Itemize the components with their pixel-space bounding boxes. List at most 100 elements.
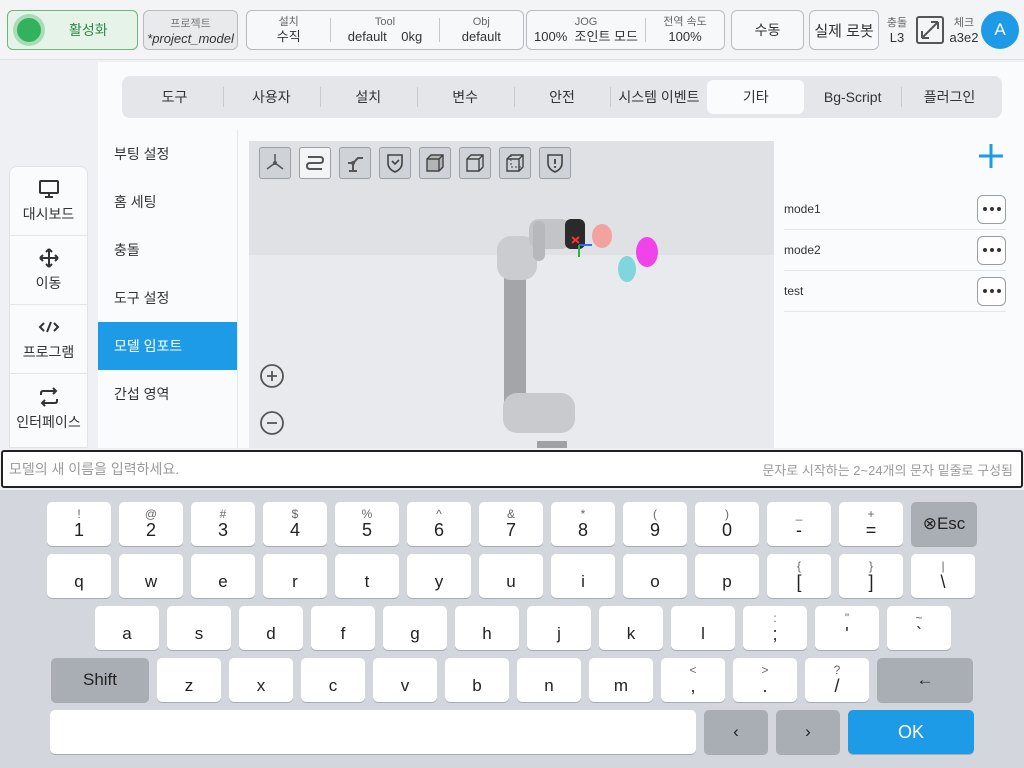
add-model-icon[interactable]	[977, 142, 1005, 170]
cursor-left-key[interactable]: ‹	[704, 710, 768, 754]
key-c[interactable]: c	[301, 658, 365, 702]
key--[interactable]: _ -	[767, 502, 831, 546]
key-s[interactable]: s	[167, 606, 231, 650]
submenu-model-import[interactable]: 모델 임포트	[98, 322, 237, 370]
real-robot-button[interactable]: 실제 로봇	[809, 10, 879, 50]
tab-user[interactable]: 사용자	[222, 76, 320, 118]
key-=[interactable]: + =	[839, 502, 903, 546]
3d-viewer[interactable]	[249, 141, 774, 448]
key-j[interactable]: j	[527, 606, 591, 650]
key-`[interactable]: ~ `	[887, 606, 951, 650]
backspace-key[interactable]: ←	[877, 658, 973, 702]
tab-plugin[interactable]: 플러그인	[901, 76, 998, 118]
key-.[interactable]: >.	[733, 658, 797, 702]
key-b[interactable]: b	[445, 658, 509, 702]
key-0[interactable]: ) 0	[695, 502, 759, 546]
key-;[interactable]: :;	[743, 606, 807, 650]
key-q[interactable]: q	[47, 554, 111, 598]
key-6[interactable]: ^ 6	[407, 502, 471, 546]
key-5[interactable]: % 5	[335, 502, 399, 546]
key-u[interactable]: u	[479, 554, 543, 598]
key-z[interactable]: z	[157, 658, 221, 702]
nav-interface[interactable]: 인터페이스	[10, 374, 87, 443]
user-avatar[interactable]: A	[981, 11, 1019, 49]
checksum-value: a3e2	[949, 30, 979, 45]
key-7[interactable]: & 7	[479, 502, 543, 546]
key-e[interactable]: e	[191, 554, 255, 598]
jog-speed-panel[interactable]: JOG 100% 조인트 모드 전역 속도 100%	[526, 10, 725, 50]
key-w[interactable]: w	[119, 554, 183, 598]
tab-safety[interactable]: 안전	[513, 76, 611, 118]
more-options-icon[interactable]	[977, 276, 1006, 306]
key-'[interactable]: " '	[815, 606, 879, 650]
key-label: ,	[690, 676, 696, 696]
shift-key[interactable]: Shift	[51, 658, 149, 702]
nav-move[interactable]: 이동	[10, 236, 87, 305]
tab-bg-script[interactable]: Bg-Script	[804, 76, 901, 118]
key-p[interactable]: p	[695, 554, 759, 598]
key-f[interactable]: f	[311, 606, 375, 650]
key-y[interactable]: y	[407, 554, 471, 598]
nav-dashboard[interactable]: 대시보드	[10, 167, 87, 236]
key-o[interactable]: o	[623, 554, 687, 598]
key-shift-symbol: ^	[436, 507, 442, 521]
key-[[interactable]: {[	[767, 554, 831, 598]
model-name-input[interactable]	[3, 461, 763, 477]
key-3[interactable]: #3	[191, 502, 255, 546]
key-1[interactable]: ! 1	[47, 502, 111, 546]
key-x[interactable]: x	[229, 658, 293, 702]
key-h[interactable]: h	[455, 606, 519, 650]
submenu-interference-zone[interactable]: 간섭 영역	[98, 370, 237, 418]
nav-program[interactable]: 프로그램	[10, 305, 87, 374]
model-row[interactable]: test	[784, 271, 1006, 312]
submenu-boot-setting[interactable]: 부팅 설정	[98, 130, 237, 178]
space-key[interactable]	[50, 710, 696, 754]
zoom-out-icon[interactable]	[257, 408, 287, 438]
submenu-tool-setting[interactable]: 도구 설정	[98, 274, 237, 322]
zoom-in-icon[interactable]	[257, 361, 287, 391]
key-/[interactable]: ? /	[805, 658, 869, 702]
key-label: '	[845, 624, 849, 644]
tab-install[interactable]: 설치	[319, 76, 417, 118]
submenu-collision[interactable]: 충돌	[98, 226, 237, 274]
key-r[interactable]: r	[263, 554, 327, 598]
activate-button[interactable]: 활성화	[7, 10, 138, 50]
key-l[interactable]: l	[671, 606, 735, 650]
key-i[interactable]: i	[551, 554, 615, 598]
collision-level[interactable]: 충돌 L3	[882, 14, 912, 45]
key-m[interactable]: m	[589, 658, 653, 702]
key-][interactable]: }]	[839, 554, 903, 598]
model-row[interactable]: mode2	[784, 230, 1006, 271]
project-title: 프로젝트	[170, 17, 211, 30]
manual-mode-button[interactable]: 수동	[731, 10, 804, 50]
cursor-right-key[interactable]: ›	[776, 710, 840, 754]
key-8[interactable]: * 8	[551, 502, 615, 546]
more-options-icon[interactable]	[977, 235, 1006, 265]
ok-button[interactable]: OK	[848, 710, 974, 754]
key-g[interactable]: g	[383, 606, 447, 650]
tab-variable[interactable]: 변수	[416, 76, 514, 118]
esc-key[interactable]: ⊗Esc	[911, 502, 977, 546]
submenu-home-setting[interactable]: 홈 세팅	[98, 178, 237, 226]
install-tool-obj-panel[interactable]: 설치 수직 Tool default 0kg Obj default	[246, 10, 524, 50]
model-row[interactable]: mode1	[784, 189, 1006, 230]
key-a[interactable]: a	[95, 606, 159, 650]
key-,[interactable]: <,	[661, 658, 725, 702]
key-9[interactable]: (9	[623, 502, 687, 546]
tab-tool[interactable]: 도구	[126, 76, 223, 118]
key-label: .	[762, 676, 768, 696]
key-\[interactable]: | \	[911, 554, 975, 598]
project-selector[interactable]: 프로젝트 *project_model	[143, 10, 238, 50]
key-v[interactable]: v	[373, 658, 437, 702]
fullscreen-icon[interactable]	[916, 16, 944, 44]
key-2[interactable]: @2	[119, 502, 183, 546]
key-d[interactable]: d	[239, 606, 303, 650]
key-label: f	[340, 624, 346, 643]
key-n[interactable]: n	[517, 658, 581, 702]
tab-system-event[interactable]: 시스템 이벤트	[610, 76, 707, 118]
key-k[interactable]: k	[599, 606, 663, 650]
key-t[interactable]: t	[335, 554, 399, 598]
key-4[interactable]: $4	[263, 502, 327, 546]
tab-other[interactable]: 기타	[707, 80, 805, 114]
more-options-icon[interactable]	[977, 194, 1006, 224]
